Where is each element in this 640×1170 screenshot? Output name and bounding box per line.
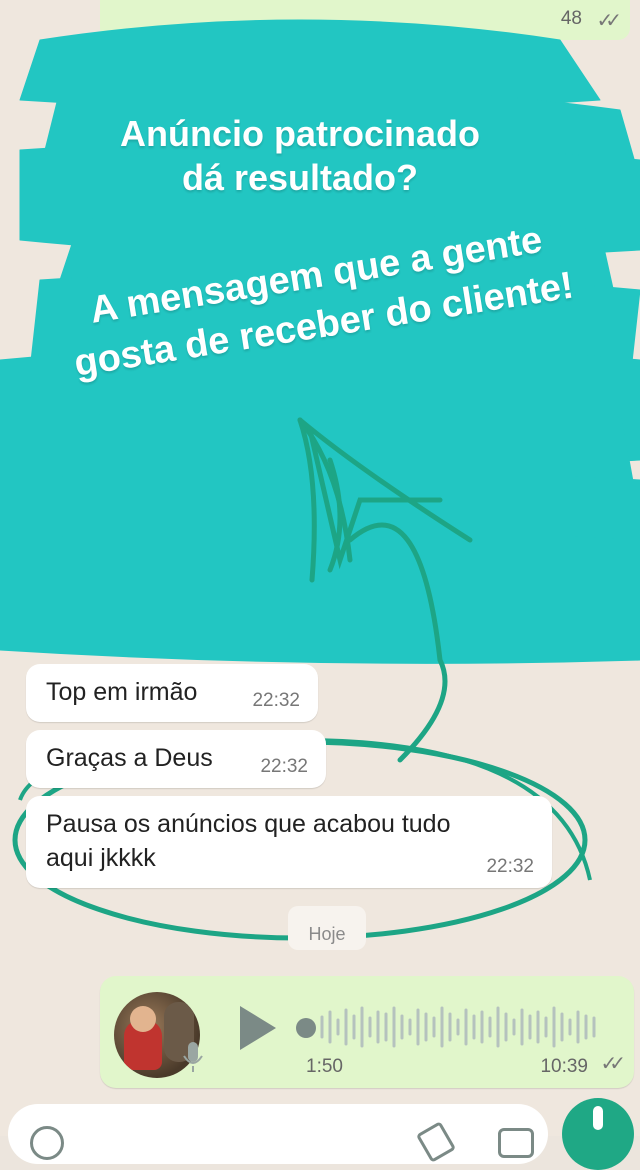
message-text-line1: Pausa os anúncios que acabou tudo [46,810,451,838]
message-time: 48 [560,8,582,29]
obscured-message[interactable] [26,560,386,640]
mic-button[interactable] [562,1098,634,1170]
message-input-bar[interactable] [8,1104,548,1164]
emoji-icon[interactable] [30,1126,64,1160]
message-text: Graças a Deus [46,744,213,772]
microphone-icon [183,1042,203,1072]
waveform [320,1006,596,1048]
voice-duration: 1:50 [306,1056,343,1077]
microphone-icon [593,1106,603,1130]
read-receipt-icon: ✓✓ [600,1053,625,1075]
message-time: 22:32 [486,856,534,877]
avatar-face [130,1006,156,1032]
play-icon[interactable] [240,1006,276,1050]
message-time: 22:32 [260,756,308,777]
attach-icon[interactable] [415,1121,457,1163]
message-time: 22:32 [252,690,300,711]
incoming-message[interactable]: Graças a Deus 22:32 [26,730,326,788]
overlay-title: Anúncio patrocinado dá resultado? [80,112,520,200]
voice-message[interactable]: 1:50 10:39 ✓✓ [100,976,634,1088]
camera-icon[interactable] [498,1128,534,1158]
overlay-title-line2: dá resultado? [181,157,419,198]
outgoing-message-partial[interactable]: 48 ✓✓ [100,0,630,40]
read-receipt-icon: ✓✓ [596,10,621,32]
message-text: Top em irmão [46,678,198,706]
message-time: 10:39 [540,1056,588,1077]
incoming-message[interactable]: Pausa os anúncios que acabou tudo aqui j… [26,796,552,888]
message-text-line2: aqui jkkkk [46,844,156,872]
overlay-title-line1: Anúncio patrocinado [120,113,480,154]
obscured-message[interactable] [26,470,326,530]
incoming-message[interactable]: Top em irmão 22:32 [26,664,318,722]
date-chip: Hoje [288,906,366,950]
